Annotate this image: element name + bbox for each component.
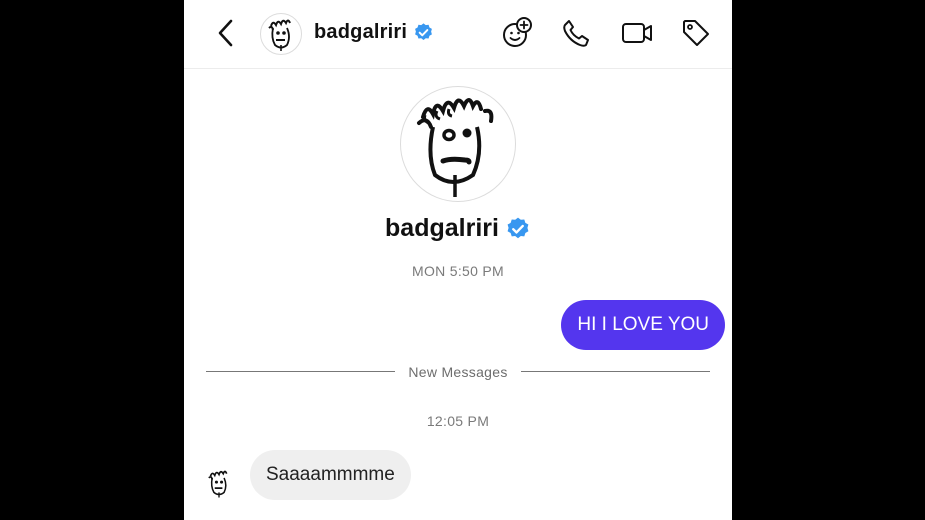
back-chevron-icon xyxy=(218,19,233,47)
outgoing-message-bubble[interactable]: HI I LOVE YOU xyxy=(561,300,725,350)
divider-line-left xyxy=(206,371,395,372)
doodle-face-icon xyxy=(208,470,228,498)
phone-icon xyxy=(563,20,589,47)
profile-avatar[interactable] xyxy=(400,86,516,202)
verified-badge-icon xyxy=(507,217,529,238)
header-avatar[interactable] xyxy=(260,13,302,55)
video-call-button[interactable] xyxy=(619,15,655,51)
video-camera-icon xyxy=(622,23,652,43)
doodle-face-icon xyxy=(268,19,291,51)
profile-name-row: badgalriri xyxy=(184,214,732,243)
profile-username[interactable]: badgalriri xyxy=(385,214,499,243)
dm-thread-screen: badgalriri badgalriri MON 5:50 PM HI I L… xyxy=(184,0,732,520)
voice-call-button[interactable] xyxy=(558,15,594,51)
verified-badge-icon xyxy=(415,23,432,40)
incoming-message-bubble[interactable]: Saaaammmme xyxy=(250,450,411,500)
tag-icon xyxy=(683,20,709,46)
divider-line-right xyxy=(521,371,710,372)
message-timestamp: MON 5:50 PM xyxy=(412,263,504,279)
tag-button[interactable] xyxy=(678,15,714,51)
back-button[interactable] xyxy=(210,16,240,50)
thread-header: badgalriri xyxy=(184,0,732,69)
doodle-face-icon xyxy=(417,98,494,197)
add-sticker-button[interactable] xyxy=(499,15,535,51)
add-sticker-icon xyxy=(503,17,532,47)
header-username[interactable]: badgalriri xyxy=(314,21,407,44)
sender-avatar[interactable] xyxy=(202,466,236,500)
new-messages-divider: New Messages xyxy=(408,364,508,380)
message-timestamp: 12:05 PM xyxy=(426,413,490,429)
